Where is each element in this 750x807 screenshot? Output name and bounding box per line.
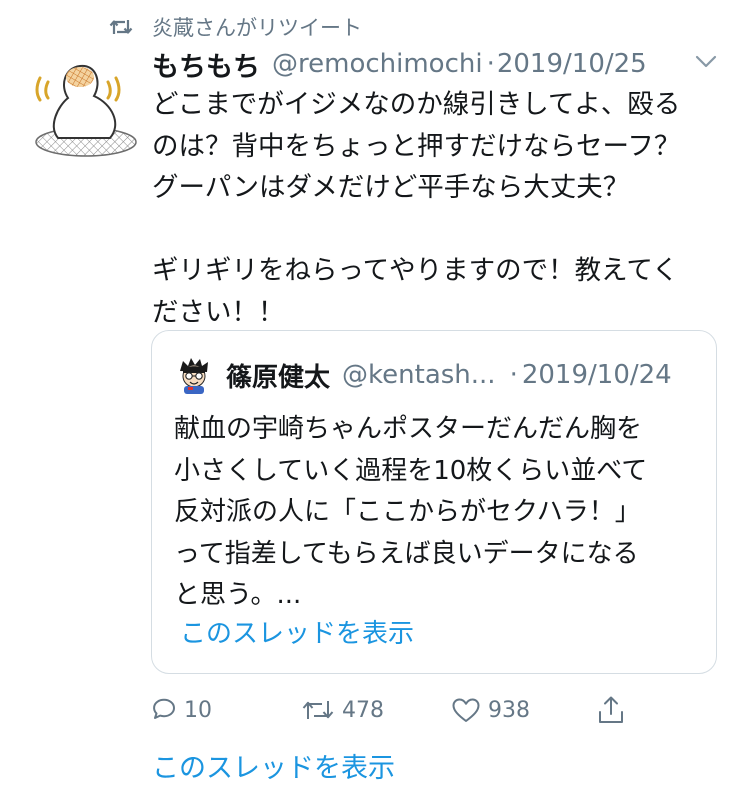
- tweet-actions: 10 478 938: [150, 690, 650, 730]
- quoted-tweet-text: 献血の宇崎ちゃんポスターだんだん胸を 小さくしていく過程を10枚くらい並べて 反…: [174, 414, 648, 610]
- like-button[interactable]: 938: [450, 690, 530, 730]
- quoted-author-name[interactable]: 篠原健太: [226, 357, 330, 394]
- author-name[interactable]: もちもち: [152, 45, 260, 84]
- show-thread-link[interactable]: このスレッドを表示: [152, 746, 395, 785]
- tweet-text: どこまでがイジメなのか線引きしてよ、殴る のは？背中をちょっと押すだけならセーフ…: [152, 89, 681, 328]
- reply-button[interactable]: 10: [150, 690, 212, 730]
- separator-dot: ·: [486, 49, 495, 79]
- quoted-tweet[interactable]: 篠原健太 @kentash... · 2019/10/24 献血の宇崎ちゃんポス…: [151, 330, 717, 674]
- avatar[interactable]: [30, 48, 142, 160]
- chevron-down-icon[interactable]: [694, 54, 718, 70]
- tweet-header: もちもち @remochimochi · 2019/10/25: [152, 42, 647, 86]
- retweet-icon: [109, 20, 133, 34]
- retweet-icon: [302, 701, 334, 719]
- quoted-show-thread-link[interactable]: このスレッドを表示: [180, 613, 414, 650]
- like-count: 938: [488, 697, 530, 723]
- reply-count: 10: [184, 697, 212, 723]
- retweet-count: 478: [342, 697, 384, 723]
- tweet-date[interactable]: 2019/10/25: [497, 49, 647, 79]
- quoted-tweet-date[interactable]: 2019/10/24: [522, 360, 672, 390]
- share-button[interactable]: [596, 690, 626, 730]
- separator-dot: ·: [509, 360, 518, 390]
- retweet-button[interactable]: 478: [300, 690, 384, 730]
- reply-icon: [153, 698, 175, 719]
- share-icon: [599, 696, 623, 723]
- retweet-context-text: 炎蔵さんがリツイート: [152, 16, 362, 40]
- heart-icon: [452, 698, 480, 722]
- quoted-author-handle[interactable]: @kentash...: [342, 360, 496, 390]
- author-handle[interactable]: @remochimochi: [272, 49, 483, 79]
- cartoon-boy-avatar-icon: [175, 356, 213, 394]
- quoted-tweet-header: 篠原健太 @kentash... · 2019/10/24: [174, 353, 672, 397]
- mochi-avatar-icon: [35, 64, 137, 157]
- retweet-context[interactable]: 炎蔵さんがリツイート: [108, 10, 362, 44]
